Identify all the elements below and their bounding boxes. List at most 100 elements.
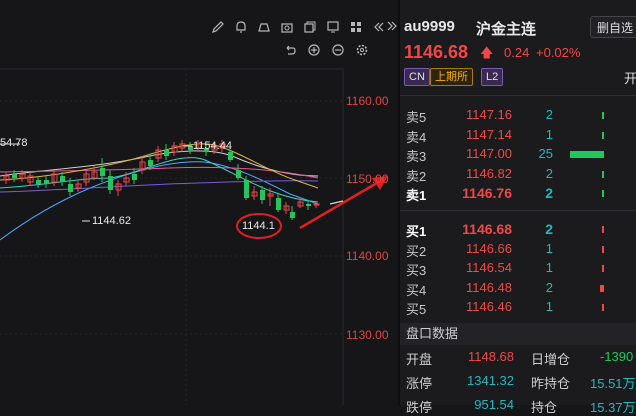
- candle-body: [60, 176, 65, 182]
- bid-row[interactable]: 买4 1146.48 2: [400, 278, 636, 298]
- bid-qty: 1: [545, 240, 553, 256]
- stat-open-value: 1148.68: [467, 349, 514, 364]
- annot-high-value: 1154.44: [193, 140, 232, 152]
- price-axis-label: 1140.00: [346, 249, 389, 263]
- tag-exchange: 上期所: [430, 68, 473, 86]
- ask-qty: 2: [545, 185, 553, 202]
- open-label-trailing: 开: [624, 71, 636, 86]
- bid-qty: 2: [545, 279, 553, 295]
- bid-price: 1146.54: [465, 260, 512, 276]
- stat-limit-up-value: 1341.32: [467, 373, 514, 388]
- ask-price: 1146.76: [462, 185, 512, 202]
- ma-line-pink: [0, 166, 319, 179]
- price-axis-label: 1150.00: [346, 172, 389, 186]
- stat-limit-up-label: 涨停: [406, 373, 432, 392]
- stat-prev-oi-label: 昨持仓: [531, 373, 570, 392]
- bid-label: 买3: [406, 263, 427, 279]
- ask-volume-bar: [570, 151, 604, 159]
- ask-row[interactable]: 卖5 1147.16 2: [400, 105, 636, 125]
- stat-prev-oi-value: 15.51万: [590, 376, 636, 391]
- bid-price: 1146.68: [462, 221, 512, 237]
- candle-body: [228, 152, 233, 160]
- stat-oi-change-value: -1390: [600, 349, 634, 364]
- ask-qty: 1: [545, 126, 553, 142]
- bid-label: 买2: [406, 243, 427, 259]
- kline-chart[interactable]: 1160.00 1150.00 1140.00 1130.00 54.78 11…: [0, 0, 398, 405]
- bid-label: 买4: [406, 282, 427, 298]
- candle-body: [260, 190, 265, 200]
- candle-body: [148, 160, 153, 166]
- ask-qty: 2: [545, 107, 553, 122]
- stat-oi-value: 15.37万: [590, 400, 636, 415]
- ask-label: 卖4: [406, 129, 427, 145]
- bid-volume-bar: [602, 245, 604, 253]
- stat-open-label: 开盘: [406, 349, 432, 368]
- candle-body: [236, 170, 241, 178]
- quote-panel: au9999 沪金主连 删自选 1146.68 🡅 0.24 +0.02% CN…: [387, 0, 636, 415]
- double-right-icon[interactable]: [384, 18, 400, 34]
- bid-volume-bar: [602, 304, 604, 312]
- candle-body: [164, 150, 169, 156]
- ask-label: 卖2: [406, 168, 427, 184]
- bid-volume-bar: [600, 284, 604, 292]
- bid-qty: 2: [545, 221, 553, 237]
- candle-body: [100, 168, 105, 176]
- ask-qty: 25: [538, 146, 553, 162]
- separator: [400, 210, 636, 211]
- ask-row[interactable]: 卖4 1147.14 1: [400, 125, 636, 145]
- ask-volume-bar: [602, 112, 604, 119]
- bid-row[interactable]: 买3 1146.54 1: [400, 258, 636, 278]
- price-change-pct: +0.02%: [536, 45, 581, 60]
- tag-country: CN: [404, 68, 430, 86]
- stat-label: 日增仓: [531, 352, 571, 367]
- candle-body: [290, 212, 295, 218]
- ask-volume-bar: [602, 190, 604, 198]
- candle-body: [313, 203, 320, 206]
- stat-label: 持仓: [531, 400, 558, 415]
- annot-circled-value: 1144.1: [242, 220, 275, 232]
- remove-watchlist-button[interactable]: 删自选: [590, 16, 636, 38]
- candle-body: [132, 174, 137, 180]
- candle-body: [68, 184, 73, 192]
- bid-price: 1146.48: [465, 279, 512, 295]
- candle-body: [36, 180, 41, 184]
- ask-volume-bar: [602, 131, 604, 139]
- bid-row[interactable]: 买5 1146.46 1: [400, 297, 636, 317]
- red-arrow: [299, 178, 383, 230]
- candle-body: [12, 174, 17, 178]
- bid-label: 买1: [406, 224, 427, 239]
- bid-label: 买5: [406, 302, 427, 318]
- symbol-code: au9999: [404, 18, 455, 35]
- candles: [3, 140, 320, 220]
- ask-label: 卖5: [406, 110, 427, 125]
- bid-row-best[interactable]: 买1 1146.68 2: [400, 219, 636, 239]
- ask-qty: 2: [545, 165, 553, 181]
- stat-limit-down-label: 跌停: [406, 397, 432, 416]
- bid-price: 1146.66: [465, 240, 512, 256]
- stat-oi-label: 持仓: [531, 397, 557, 416]
- price-change: 0.24: [504, 45, 530, 60]
- symbol-name: 沪金主连: [476, 21, 537, 38]
- bid-volume-bar: [602, 265, 604, 273]
- market-data-header[interactable]: 盘口数据: [400, 323, 636, 345]
- stat-label: 涨停: [406, 376, 433, 391]
- separator: [400, 95, 636, 96]
- ask-row[interactable]: 卖2 1146.82 2: [400, 164, 636, 184]
- ask-price: 1147.14: [465, 126, 512, 142]
- ask-book: 卖5 1147.16 2 卖4 1147.14 1 卖3 1147.00 25 …: [400, 105, 636, 203]
- ask-price: 1147.00: [465, 146, 512, 162]
- candle-body: [276, 198, 281, 210]
- ask-label: 卖1: [406, 188, 427, 204]
- tag-level2[interactable]: L2: [481, 68, 504, 86]
- ask-volume-bar: [602, 170, 604, 178]
- candle-body: [244, 180, 249, 198]
- bid-row[interactable]: 买2 1146.66 1: [400, 239, 636, 259]
- bid-volume-bar: [602, 226, 604, 233]
- ask-price: 1146.82: [465, 165, 512, 181]
- ask-price: 1147.16: [465, 107, 512, 122]
- price-axis-label: 1160.00: [346, 94, 389, 108]
- ask-row[interactable]: 卖3 1147.00 25: [400, 144, 636, 164]
- up-arrow-icon: 🡅: [480, 45, 494, 60]
- ask-row-best[interactable]: 卖1 1146.76 2: [400, 183, 636, 203]
- bid-qty: 1: [545, 299, 553, 315]
